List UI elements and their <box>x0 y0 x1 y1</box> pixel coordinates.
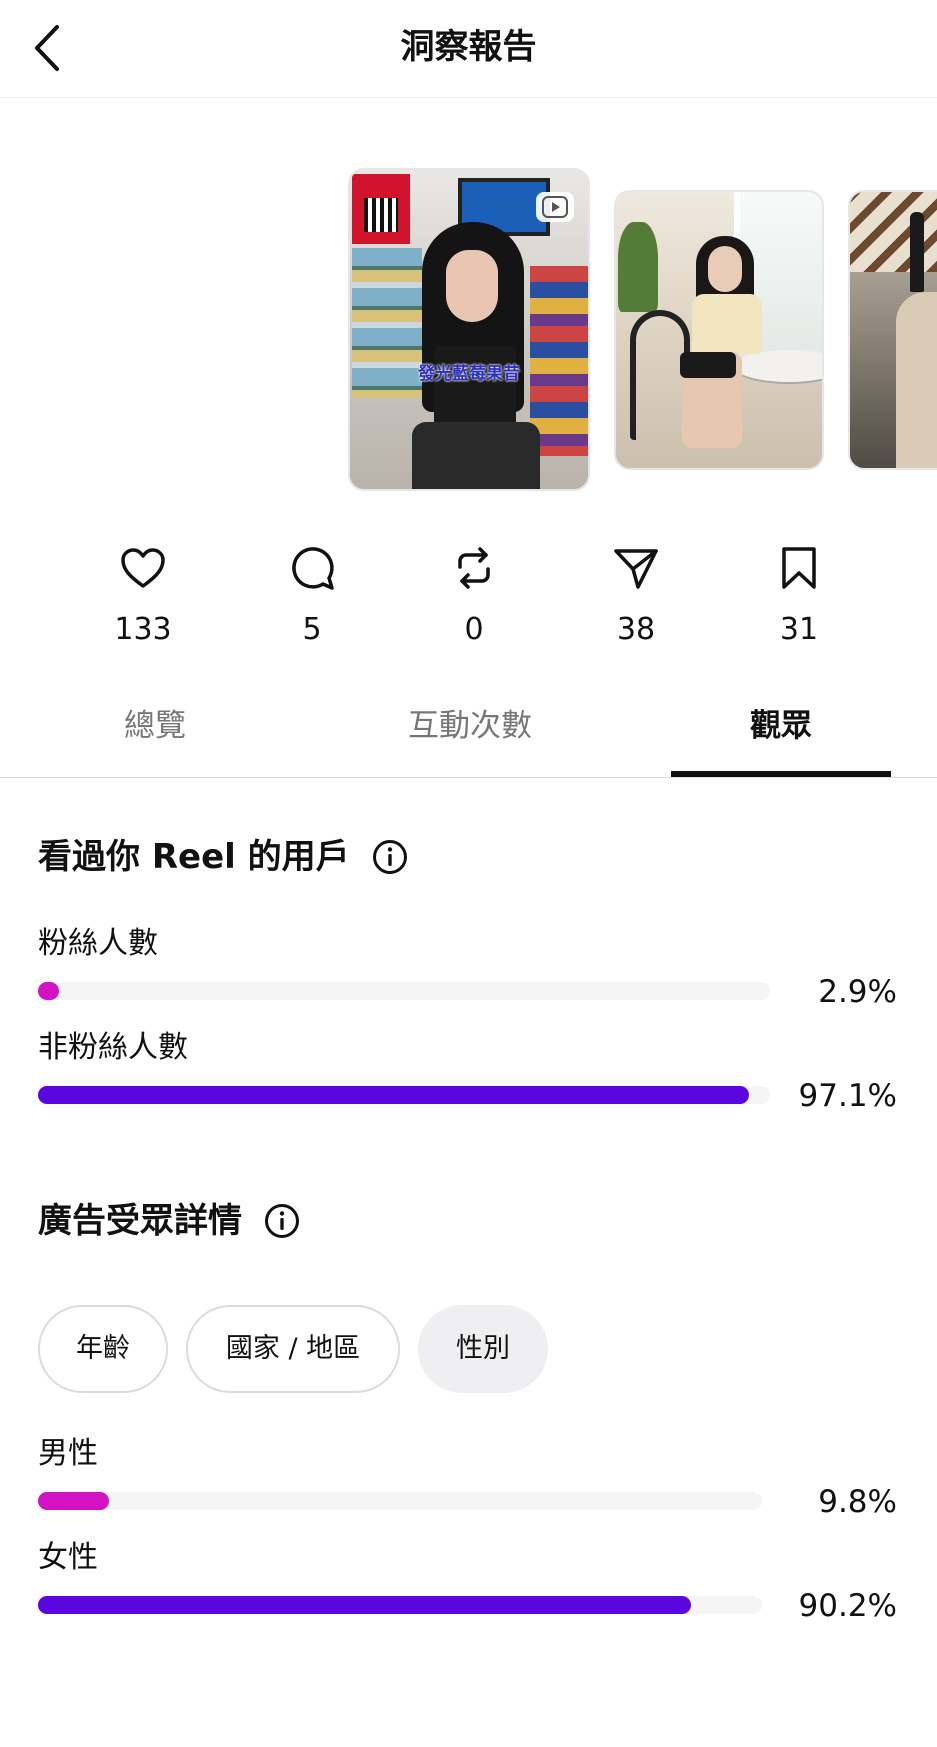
tab-overview[interactable]: 總覽 <box>60 690 250 778</box>
female-bar-fill <box>38 1596 692 1614</box>
reel-thumbnail[interactable] <box>614 190 824 470</box>
bookmark-icon <box>771 540 827 596</box>
male-label: 男性 <box>38 1436 98 1471</box>
male-percent: 9.8% <box>818 1484 897 1520</box>
non-followers-bar-fill <box>38 1086 749 1104</box>
info-icon[interactable] <box>372 839 408 875</box>
insight-tabs: 總覽 互動次數 觀眾 <box>0 690 937 778</box>
stat-comments: 5 <box>252 540 372 650</box>
stat-likes: 133 <box>83 540 203 650</box>
tab-audience[interactable]: 觀眾 <box>671 690 891 778</box>
female-label: 女性 <box>38 1540 98 1575</box>
female-percent: 90.2% <box>798 1588 897 1624</box>
chip-age[interactable]: 年齡 <box>38 1305 168 1393</box>
chip-gender[interactable]: 性別 <box>418 1305 548 1393</box>
reel-thumbnail[interactable] <box>848 190 937 470</box>
followers-label: 粉絲人數 <box>38 926 158 961</box>
male-bar-fill <box>38 1492 109 1510</box>
non-followers-bar <box>38 1086 770 1104</box>
share-icon <box>608 540 664 596</box>
active-tab-indicator <box>671 771 891 777</box>
comment-icon <box>284 540 340 596</box>
page-title: 洞察報告 <box>400 27 537 67</box>
thumbnail-caption: 發光藍莓果昔 <box>418 364 520 384</box>
heart-icon <box>115 540 171 596</box>
male-bar <box>38 1492 762 1510</box>
info-icon[interactable] <box>264 1203 300 1239</box>
reel-thumbnail-carousel[interactable]: 發光藍莓果昔 <box>0 168 937 498</box>
chip-country-region[interactable]: 國家 / 地區 <box>186 1305 400 1393</box>
reel-play-icon <box>536 192 574 222</box>
reel-thumbnail-current[interactable]: 發光藍莓果昔 <box>348 168 590 491</box>
engagement-stats: 133 5 0 38 31 <box>0 540 937 660</box>
tab-interactions[interactable]: 互動次數 <box>360 690 580 778</box>
non-followers-percent: 97.1% <box>798 1078 897 1114</box>
stat-reposts: 0 <box>414 540 534 650</box>
non-followers-label: 非粉絲人數 <box>38 1030 188 1065</box>
followers-bar <box>38 982 770 1000</box>
scene-sign <box>352 174 410 244</box>
stat-shares: 38 <box>576 540 696 650</box>
scene-shelf <box>530 266 588 456</box>
viewers-section-title: 看過你 Reel 的用戶 <box>38 834 408 880</box>
audience-section-title: 廣告受眾詳情 <box>38 1198 300 1244</box>
followers-percent: 2.9% <box>818 974 897 1010</box>
stat-saves: 31 <box>739 540 859 650</box>
female-bar <box>38 1596 762 1614</box>
top-bar: 洞察報告 <box>0 0 937 98</box>
followers-bar-fill <box>38 982 60 1000</box>
repost-icon <box>446 540 502 596</box>
